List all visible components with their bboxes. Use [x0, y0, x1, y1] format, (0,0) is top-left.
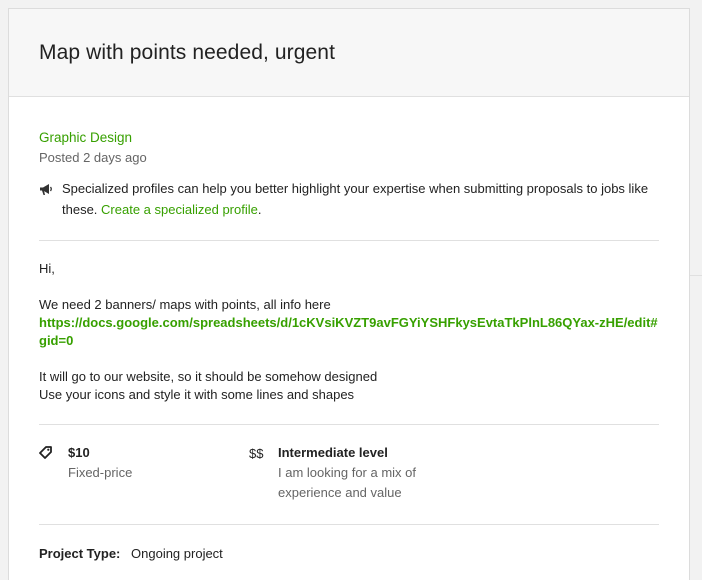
job-details-card: Map with points needed, urgent Graphic D… [8, 8, 690, 580]
job-description: Hi, We need 2 banners/ maps with points,… [39, 241, 659, 424]
job-features: $10 Fixed-price $$ Intermediate level I … [39, 425, 659, 504]
description-line: We need 2 banners/ maps with points, all… [39, 297, 331, 312]
price-feature: $10 Fixed-price [39, 444, 249, 504]
category-link[interactable]: Graphic Design [39, 129, 132, 147]
experience-level-icon: $$ [249, 446, 264, 461]
notice-content: Specialized profiles can help you better… [62, 178, 659, 220]
page: Map with points needed, urgent Graphic D… [0, 0, 702, 580]
notice-period: . [257, 202, 262, 217]
job-body: Graphic Design Posted 2 days ago Special… [9, 97, 689, 563]
job-header: Map with points needed, urgent [9, 9, 689, 97]
price-value: $10 [68, 445, 90, 460]
project-type-value: Ongoing project [131, 546, 223, 561]
project-type-label: Project Type: [39, 546, 121, 561]
megaphone-icon [39, 178, 62, 220]
description-line: It will go to our website, so it should … [39, 369, 378, 384]
experience-level-description: I am looking for a mix of experience and… [278, 465, 416, 500]
description-greeting: Hi, [39, 261, 55, 276]
posted-date: Posted 2 days ago [39, 150, 147, 165]
spreadsheet-link[interactable]: https://docs.google.com/spreadsheets/d/1… [39, 315, 658, 348]
sidebar-divider [690, 275, 702, 276]
specialized-profile-notice: Specialized profiles can help you better… [39, 178, 659, 220]
create-specialized-profile-link[interactable]: Create a specialized profile [101, 202, 258, 217]
price-type: Fixed-price [68, 465, 133, 480]
price-tag-icon [39, 444, 68, 504]
project-type: Project Type: Ongoing project [39, 525, 659, 563]
experience-level-feature: $$ Intermediate level I am looking for a… [249, 444, 458, 504]
job-title: Map with points needed, urgent [39, 41, 336, 64]
experience-level-title: Intermediate level [278, 445, 388, 460]
description-line: Use your icons and style it with some li… [39, 387, 355, 402]
